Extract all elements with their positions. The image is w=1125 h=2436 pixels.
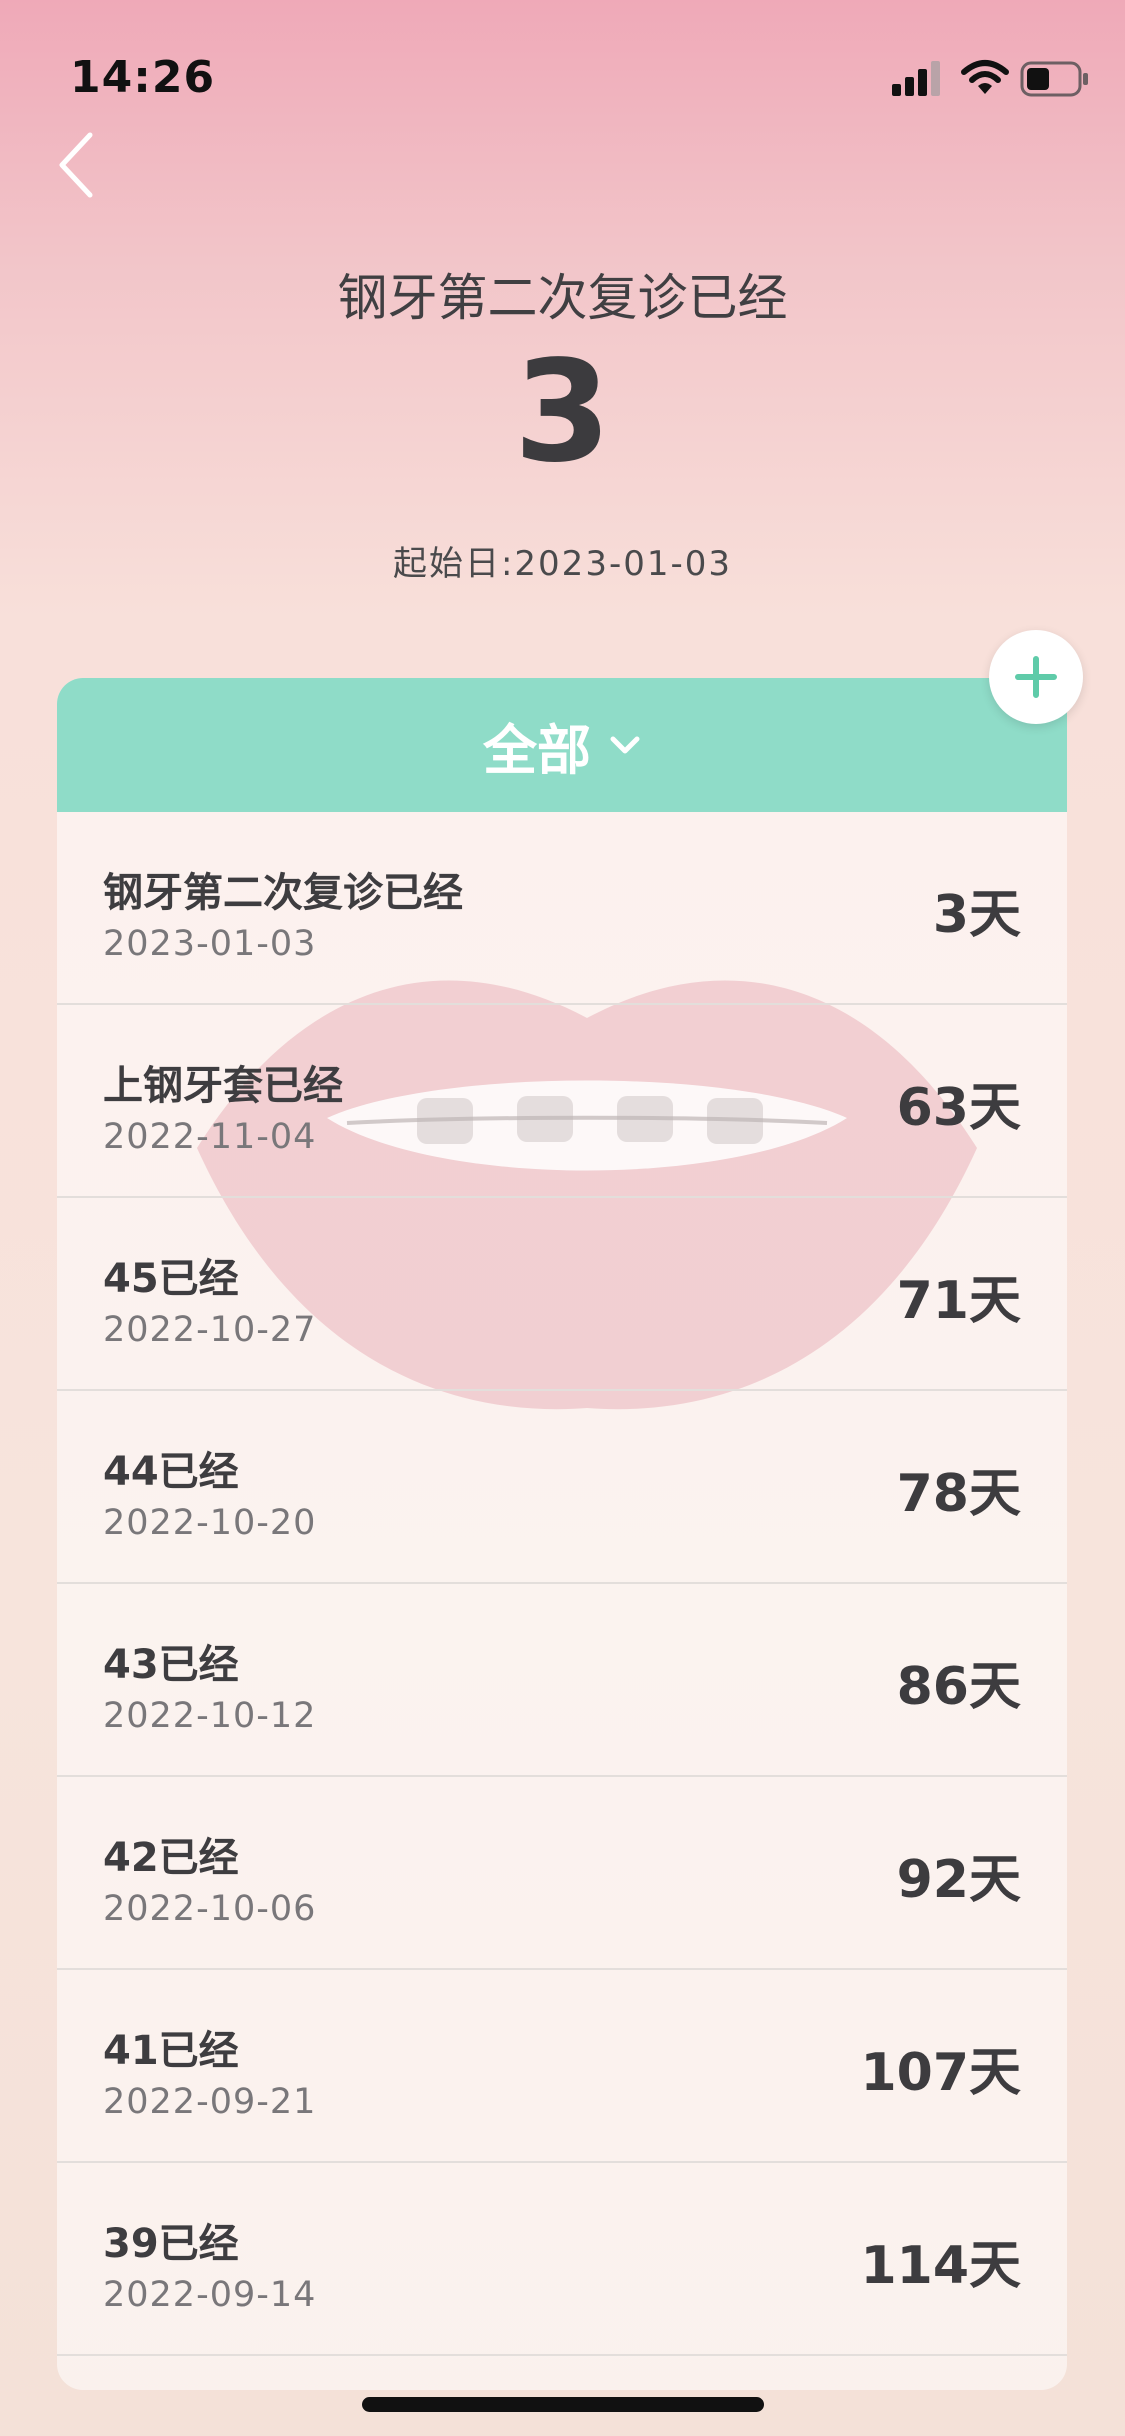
list-item[interactable]: 43已经 2022-10-12 86天 — [57, 1584, 1067, 1777]
back-button[interactable] — [50, 125, 110, 205]
item-days: 78天 — [896, 1464, 1021, 1524]
status-bar: 14:26 — [0, 0, 1125, 140]
item-days: 86天 — [896, 1657, 1021, 1717]
item-date: 2022-11-04 — [103, 1117, 317, 1157]
item-title: 43已经 — [103, 1642, 239, 1688]
status-time: 14:26 — [70, 52, 216, 103]
list-item[interactable]: 39已经 2022-09-14 114天 — [57, 2163, 1067, 2356]
item-date: 2022-10-27 — [103, 1310, 317, 1350]
chevron-down-icon — [610, 736, 640, 754]
event-list: 钢牙第二次复诊已经 2023-01-03 3天 上钢牙套已经 2022-11-0… — [57, 812, 1067, 2356]
chevron-left-icon — [59, 132, 93, 198]
item-date: 2023-01-03 — [103, 924, 317, 964]
item-date: 2022-10-20 — [103, 1503, 317, 1543]
list-item[interactable]: 41已经 2022-09-21 107天 — [57, 1970, 1067, 2163]
item-days: 114天 — [860, 2236, 1021, 2296]
wifi-icon — [961, 60, 1009, 94]
home-indicator[interactable] — [362, 2397, 764, 2412]
item-title: 45已经 — [103, 1256, 239, 1302]
day-count: 3 — [513, 331, 612, 494]
list-item[interactable]: 42已经 2022-10-06 92天 — [57, 1777, 1067, 1970]
list-item[interactable]: 上钢牙套已经 2022-11-04 63天 — [57, 1005, 1067, 1198]
item-date: 2022-09-14 — [103, 2275, 317, 2315]
item-date: 2022-09-21 — [103, 2082, 317, 2122]
item-title: 钢牙第二次复诊已经 — [103, 870, 463, 916]
filter-dropdown[interactable]: 全部 — [57, 678, 1067, 812]
list-item[interactable]: 钢牙第二次复诊已经 2023-01-03 3天 — [57, 812, 1067, 1005]
item-days: 63天 — [896, 1078, 1021, 1138]
item-days: 3天 — [932, 885, 1021, 945]
list-item[interactable]: 45已经 2022-10-27 71天 — [57, 1198, 1067, 1391]
item-title: 39已经 — [103, 2221, 239, 2267]
item-title: 41已经 — [103, 2028, 239, 2074]
item-days: 107天 — [860, 2043, 1021, 2103]
item-date: 2022-10-12 — [103, 1696, 317, 1736]
plus-icon — [1015, 656, 1057, 698]
item-date: 2022-10-06 — [103, 1889, 317, 1929]
item-days: 71天 — [896, 1271, 1021, 1331]
cellular-signal-icon — [892, 61, 940, 96]
item-days: 92天 — [896, 1850, 1021, 1910]
battery-icon — [1020, 61, 1088, 97]
item-title: 42已经 — [103, 1835, 239, 1881]
list-item[interactable]: 44已经 2022-10-20 78天 — [57, 1391, 1067, 1584]
add-button[interactable] — [989, 630, 1083, 724]
events-card: 全部 钢牙第二次复诊已经 2023-01-03 3天 上钢牙套已经 2022-1… — [57, 678, 1067, 2390]
start-date: 起始日:2023-01-03 — [392, 544, 733, 584]
item-title: 44已经 — [103, 1449, 239, 1495]
item-title: 上钢牙套已经 — [103, 1063, 343, 1109]
page-title: 钢牙第二次复诊已经 — [337, 269, 788, 327]
filter-label: 全部 — [483, 718, 591, 782]
